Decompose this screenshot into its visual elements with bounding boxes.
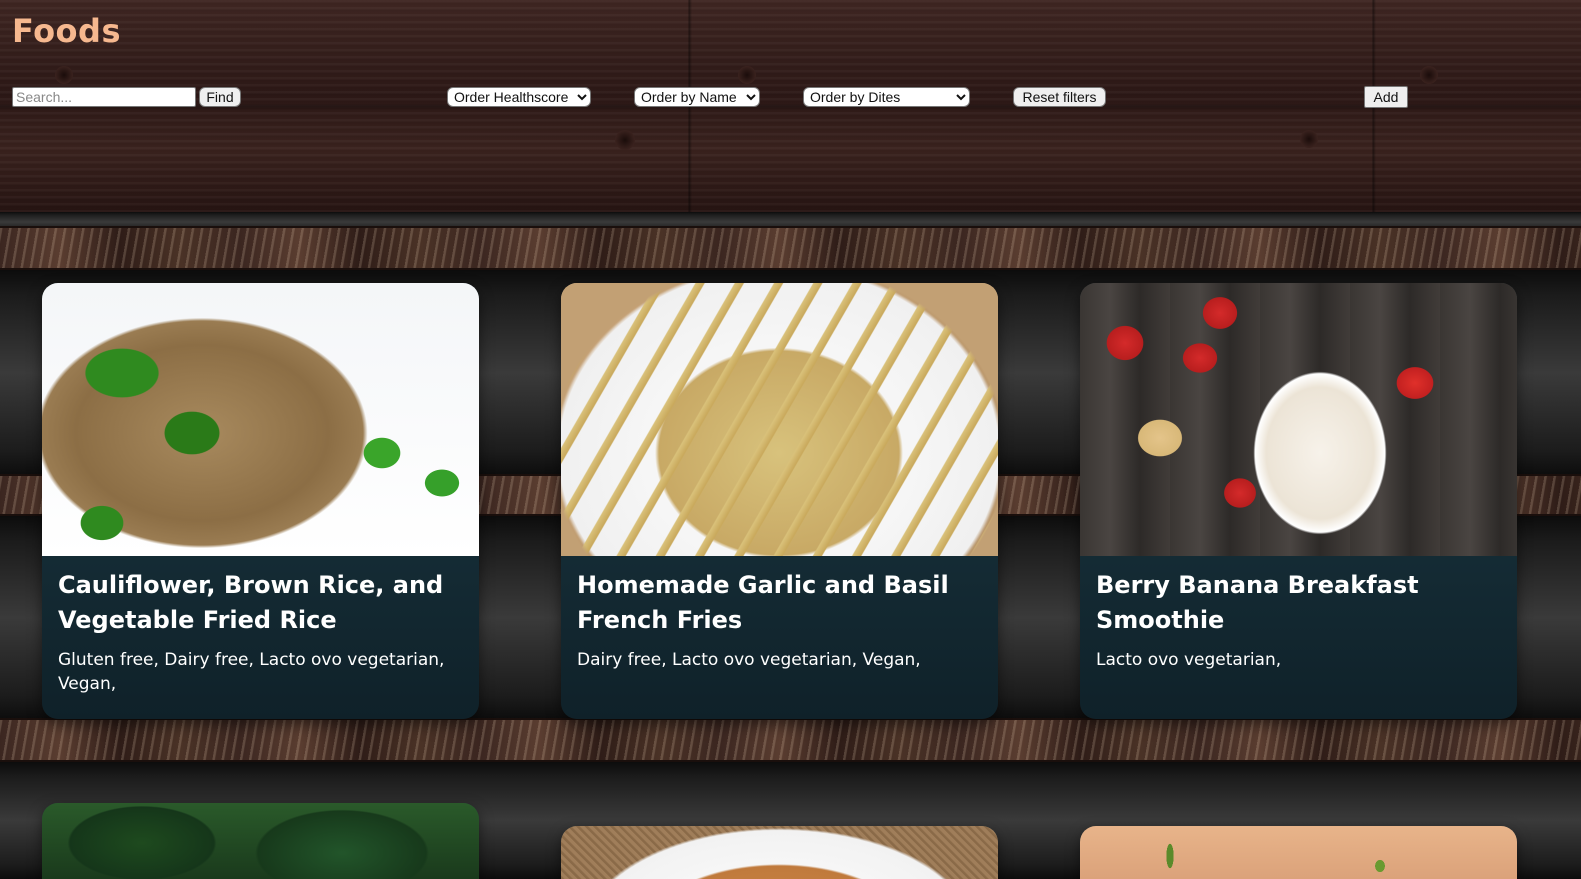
add-button[interactable]: Add [1364,86,1408,108]
search-input[interactable] [12,87,196,107]
recipe-image [1080,283,1517,556]
recipe-card[interactable]: Cauliflower, Brown Rice, and Vegetable F… [42,283,479,719]
reset-filters-button[interactable]: Reset filters [1013,87,1106,107]
recipe-card[interactable] [42,803,479,879]
recipe-title: Cauliflower, Brown Rice, and Vegetable F… [58,571,444,634]
page-title: Foods [12,12,121,50]
recipe-diets: Gluten free, Dairy free, Lacto ovo veget… [58,650,445,694]
recipe-card[interactable]: Berry Banana Breakfast Smoothie Lacto ov… [1080,283,1517,719]
wood-knot [738,66,756,84]
header-bar: Foods Find Order Healthscore Order by Na… [0,0,1581,212]
shelf-plank [0,226,1581,270]
recipe-diets: Dairy free, Lacto ovo vegetarian, Vegan, [577,650,921,670]
recipe-card[interactable] [1080,826,1517,879]
order-healthscore-select[interactable]: Order Healthscore [447,87,591,107]
recipe-card[interactable]: Homemade Garlic and Basil French Fries D… [561,283,998,719]
recipe-image [42,283,479,556]
recipe-image [1080,826,1517,879]
recipe-diets: Lacto ovo vegetarian, [1096,650,1282,670]
wood-knot [615,130,635,150]
wood-knot [1420,66,1438,84]
recipe-title: Berry Banana Breakfast Smoothie [1096,571,1419,634]
order-name-select[interactable]: Order by Name [634,87,760,107]
recipe-image [561,826,998,879]
wood-knot [55,66,73,84]
recipe-image [42,803,479,879]
recipe-image [561,283,998,556]
recipe-title: Homemade Garlic and Basil French Fries [577,571,949,634]
wood-knot [1300,130,1318,148]
recipe-card[interactable] [561,826,998,879]
order-diets-select[interactable]: Order by Dites [803,87,970,107]
find-button[interactable]: Find [199,87,241,107]
shelf-plank [0,718,1581,762]
